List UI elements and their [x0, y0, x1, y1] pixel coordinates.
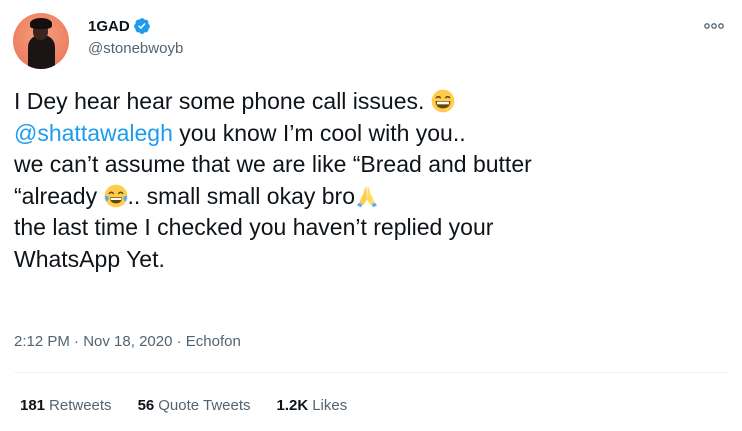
tweet-line-4-text-a: “already: [14, 182, 98, 209]
meta-separator-1: ·: [74, 333, 80, 350]
tweet-body: I Dey hear hear some phone call issues. …: [14, 86, 714, 275]
retweets-stat[interactable]: 181 Retweets: [20, 397, 112, 414]
author-handle[interactable]: @stonebwoyb: [88, 40, 183, 57]
tweet-line-6: WhatsApp Yet.: [14, 245, 165, 272]
tweet-date[interactable]: Nov 18, 2020: [83, 333, 172, 350]
tweet-line-4-text-b: .. small small okay bro: [127, 182, 356, 209]
divider-top: [14, 372, 728, 373]
quote-tweets-label: Quote Tweets: [158, 397, 251, 414]
avatar-figure-hair: [30, 18, 52, 29]
tweet-line-2: @shattawalegh you know I’m cool with you…: [14, 118, 714, 150]
tweet-time[interactable]: 2:12 PM: [14, 333, 70, 350]
meta-separator-2: ·: [176, 333, 182, 350]
likes-count: 1.2K: [276, 397, 309, 414]
tweet-line-1-text: I Dey hear hear some phone call issues.: [14, 88, 425, 114]
quote-tweets-count: 56: [137, 397, 155, 414]
tweet-line-2-text: you know I’m cool with you..: [172, 119, 466, 146]
folded-hands-icon: [357, 186, 378, 207]
mention-link[interactable]: @shattawalegh: [14, 120, 173, 146]
retweets-label: Retweets: [49, 397, 112, 414]
tweet-line-3: we can’t assume that we are like “Bread …: [14, 151, 532, 177]
retweets-count: 181: [20, 397, 46, 414]
tweet-card: 1GAD @stonebwoyb I Dey hear hear some ph…: [0, 0, 742, 431]
tweet-source: Echofon: [185, 333, 241, 350]
more-options-button[interactable]: [702, 14, 726, 38]
quote-tweets-stat[interactable]: 56 Quote Tweets: [138, 397, 251, 414]
likes-stat[interactable]: 1.2K Likes: [277, 397, 348, 414]
avatar[interactable]: [13, 13, 69, 69]
more-dots-icon: [704, 23, 724, 29]
tweet-line-1: I Dey hear hear some phone call issues.: [14, 86, 714, 118]
tears-of-joy-icon: [104, 184, 127, 207]
author-display-name[interactable]: 1GAD: [88, 17, 151, 35]
tweet-stats: 181 Retweets 56 Quote Tweets 1.2K Likes: [20, 397, 347, 414]
grinning-face-icon: [431, 89, 455, 113]
avatar-figure-body: [28, 35, 55, 69]
verified-badge-icon: [133, 18, 150, 34]
tweet-line-4: “already .. small small okay bro: [14, 181, 714, 213]
tweet-line-5: the last time I checked you haven’t repl…: [14, 214, 494, 240]
author-name-text: 1GAD: [88, 17, 130, 35]
tweet-meta: 2:12 PM · Nov 18, 2020 · Echofon: [14, 333, 241, 350]
likes-label: Likes: [312, 397, 348, 414]
